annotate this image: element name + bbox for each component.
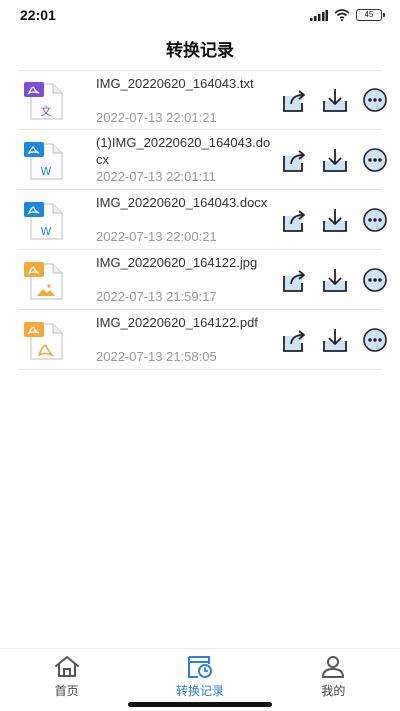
jpg-file-icon (22, 259, 68, 301)
svg-text:W: W (41, 165, 52, 178)
file-row[interactable]: IMG_20220620_164122.jpg 2022-07-13 21:59:… (18, 250, 387, 310)
profile-icon (322, 656, 345, 678)
status-time: 22:01 (20, 7, 56, 23)
file-row[interactable]: W IMG_20220620_164043.docx 2022-07-13 22:0… (18, 190, 387, 250)
file-name: IMG_20220620_164122.pdf (96, 315, 258, 330)
file-date: 2022-07-13 21:59:17 (96, 289, 217, 304)
wifi-icon (334, 9, 350, 21)
file-info: (1)IMG_20220620_164043.docx 2022-07-13 22… (96, 134, 272, 185)
file-name: (1)IMG_20220620_164043.docx (96, 135, 271, 167)
file-info: IMG_20220620_164122.jpg 2022-07-13 21:59:… (96, 254, 272, 305)
file-row[interactable]: IMG_20220620_164122.pdf 2022-07-13 21:58:… (18, 310, 387, 370)
row-actions (282, 87, 388, 113)
share-icon[interactable] (282, 207, 308, 233)
more-icon[interactable] (362, 207, 388, 233)
pdf-file-icon (22, 319, 68, 361)
header: 转换记录 (0, 30, 400, 66)
share-icon[interactable] (282, 147, 308, 173)
download-icon[interactable] (322, 147, 348, 173)
share-icon[interactable] (282, 267, 308, 293)
history-icon (187, 656, 212, 678)
row-actions (282, 207, 388, 233)
status-icons: 45 (310, 9, 385, 21)
file-info: IMG_20220620_164122.pdf 2022-07-13 21:58:… (96, 314, 272, 365)
file-date: 2022-07-13 22:00:21 (96, 229, 217, 244)
docx-file-icon: W (22, 199, 68, 241)
battery-icon: 45 (356, 9, 385, 21)
file-date: 2022-07-13 21:58:05 (96, 349, 217, 364)
file-date: 2022-07-13 22:01:11 (96, 169, 216, 184)
file-row[interactable]: W (1)IMG_20220620_164043.docx 2022-07-13 2… (18, 130, 387, 190)
nav-home-label: 首页 (54, 684, 79, 698)
svg-text:W: W (41, 225, 52, 238)
svg-text:文: 文 (41, 104, 52, 118)
file-list: 文 IMG_20220620_164043.txt 2022-07-13 22:01… (18, 70, 387, 370)
status-bar: 22:01 45 (0, 0, 400, 30)
row-actions (282, 327, 388, 353)
home-icon (54, 656, 79, 677)
file-date: 2022-07-13 22:01:21 (96, 109, 217, 125)
nav-history-label: 转换记录 (175, 684, 224, 698)
nav-profile-label: 我的 (321, 684, 346, 698)
download-icon[interactable] (322, 267, 348, 293)
signal-icon (310, 9, 328, 21)
home-indicator (128, 702, 272, 707)
file-name: IMG_20220620_164043.docx (96, 195, 268, 210)
download-icon[interactable] (322, 207, 348, 233)
file-row[interactable]: 文 IMG_20220620_164043.txt 2022-07-13 22:01… (18, 70, 387, 130)
file-info: IMG_20220620_164043.docx 2022-07-13 22:00… (96, 194, 272, 245)
share-icon[interactable] (282, 87, 308, 113)
docx-file-icon: W (22, 139, 68, 181)
file-info: IMG_20220620_164043.txt 2022-07-13 22:01:… (96, 75, 272, 126)
page-title: 转换记录 (166, 40, 234, 61)
row-actions (282, 147, 388, 173)
more-icon[interactable] (362, 267, 388, 293)
more-icon[interactable] (362, 87, 388, 113)
nav-home[interactable]: 首页 (0, 649, 133, 711)
file-name: IMG_20220620_164122.jpg (96, 255, 258, 270)
txt-file-icon: 文 (22, 79, 68, 121)
file-name: IMG_20220620_164043.txt (96, 75, 254, 91)
download-icon[interactable] (322, 327, 348, 353)
more-icon[interactable] (362, 327, 388, 353)
nav-profile[interactable]: 我的 (267, 649, 400, 711)
download-icon[interactable] (322, 87, 348, 113)
more-icon[interactable] (362, 147, 388, 173)
share-icon[interactable] (282, 327, 308, 353)
row-actions (282, 267, 388, 293)
